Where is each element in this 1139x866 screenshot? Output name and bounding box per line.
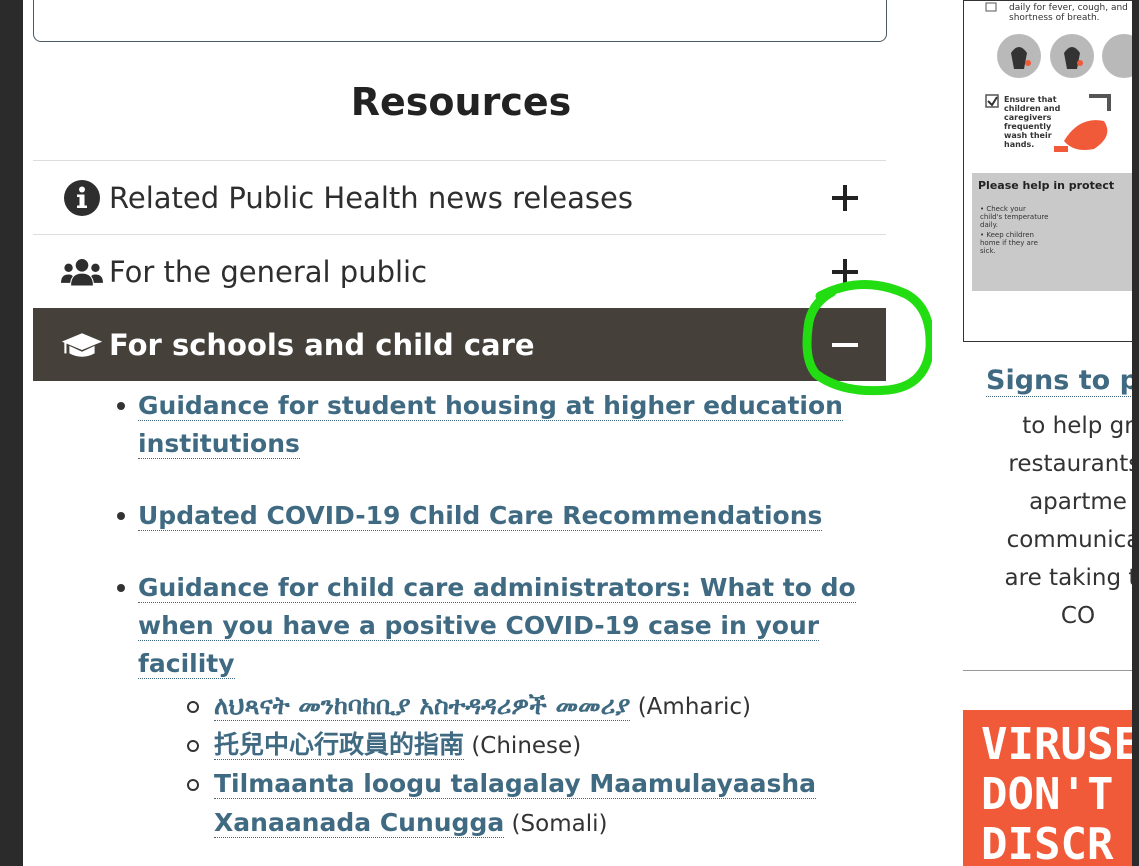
child-care-recommendations-link[interactable]: Updated COVID-19 Child Care Recommendati… bbox=[138, 501, 823, 531]
translation-list: ለህጻናት መንከባከቢያ አስተዳዳሪዎች መመሪያ (Amharic) 托兒… bbox=[138, 687, 886, 843]
poster-bullet: • Check your child's temperature daily. bbox=[980, 205, 1049, 229]
divider bbox=[963, 670, 1132, 671]
list-item: Guidance for child care administrators: … bbox=[33, 569, 886, 843]
users-icon bbox=[61, 255, 103, 289]
list-item: Guidance for student housing at higher e… bbox=[33, 387, 886, 463]
accordion-label: For the general public bbox=[109, 254, 428, 289]
student-housing-guidance-link[interactable]: Guidance for student housing at higher e… bbox=[138, 391, 843, 459]
schools-content-panel: Guidance for student housing at higher e… bbox=[33, 387, 886, 866]
info-circle-icon bbox=[61, 179, 103, 217]
poster-grey-panel: Please help in protect • Check your chil… bbox=[972, 173, 1132, 291]
accordion-label: For schools and child care bbox=[109, 327, 535, 362]
section-title: Resources bbox=[350, 80, 572, 124]
accordion-item-news-releases[interactable]: Related Public Health news releases bbox=[33, 160, 886, 234]
poster-banner-text: Please help in protect bbox=[978, 179, 1115, 192]
accordion-label: Related Public Health news releases bbox=[109, 180, 633, 215]
language-label: (Amharic) bbox=[630, 694, 751, 720]
minus-icon[interactable] bbox=[832, 332, 858, 358]
accordion-item-general-public[interactable]: For the general public bbox=[33, 234, 886, 308]
signs-link[interactable]: Signs to p bbox=[986, 365, 1132, 397]
child-care-admin-guidance-link[interactable]: Guidance for child care administrators: … bbox=[138, 573, 856, 679]
amharic-translation-link[interactable]: ለህጻናት መንከባከቢያ አስተዳዳሪዎች መመሪያ bbox=[214, 691, 631, 721]
translation-item: Tilmaanta loogu talagalay Maamulayaasha … bbox=[138, 765, 886, 843]
resources-accordion: Related Public Health news releases For … bbox=[33, 160, 886, 381]
viruses-dont-discriminate-banner[interactable]: VIRUSE DON'T DISCR bbox=[963, 710, 1132, 866]
plus-icon[interactable] bbox=[832, 184, 858, 211]
translation-item: ለህጻናት መንከባከቢያ አስተዳዳሪዎች መመሪያ (Amharic) bbox=[138, 687, 886, 726]
schools-link-list: Guidance for student housing at higher e… bbox=[33, 387, 886, 843]
list-item: Updated COVID-19 Child Care Recommendati… bbox=[33, 497, 886, 535]
language-label: (Chinese) bbox=[464, 733, 582, 759]
signs-description: to help gr restaurants, apartme communic… bbox=[1004, 413, 1132, 629]
chinese-translation-link[interactable]: 托兒中心行政員的指南 bbox=[214, 730, 465, 760]
page: Resources Related Public Health news rel… bbox=[23, 0, 1132, 866]
graduation-cap-icon bbox=[61, 328, 103, 362]
poster-text: daily for fever, cough, and shortness of… bbox=[1009, 3, 1128, 23]
poster-bullet: • Keep children home if they are sick. bbox=[980, 231, 1038, 255]
top-card bbox=[33, 0, 887, 42]
plus-icon[interactable] bbox=[832, 258, 858, 285]
translation-item: 托兒中心行政員的指南 (Chinese) bbox=[138, 726, 886, 765]
covid-poster-image[interactable]: daily for fever, cough, and shortness of… bbox=[963, 0, 1132, 342]
poster-text: Ensure that children and caregivers freq… bbox=[1004, 95, 1061, 149]
banner-text: VIRUSE DON'T DISCR bbox=[981, 719, 1132, 866]
accordion-item-schools-child-care[interactable]: For schools and child care bbox=[33, 308, 886, 381]
language-label: (Somali) bbox=[504, 811, 608, 837]
